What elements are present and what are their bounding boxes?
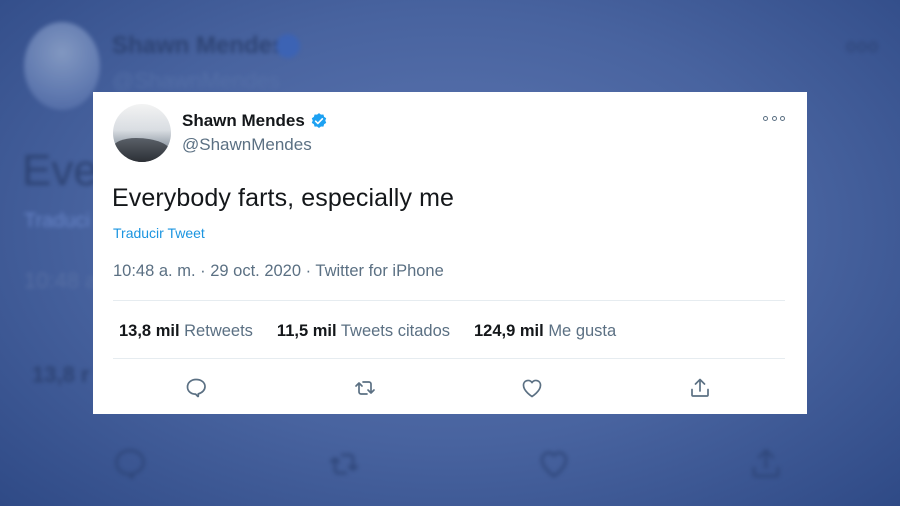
background-timestamp: 10:48 a: [24, 268, 98, 293]
author-name[interactable]: Shawn Mendes: [182, 111, 305, 131]
retweet-button[interactable]: [351, 374, 379, 402]
share-icon: [691, 378, 709, 397]
quote-tweets-label: Tweets citados: [340, 322, 450, 340]
share-button[interactable]: [686, 374, 714, 402]
tweet-text: Everybody farts, especially me: [112, 184, 455, 212]
author-row: Shawn Mendes: [182, 111, 328, 131]
background-avatar: [24, 22, 100, 110]
like-icon: [522, 379, 542, 398]
reply-button[interactable]: [182, 374, 210, 402]
background-reply-icon: [115, 449, 145, 480]
retweets-count: 13,8 mil: [119, 322, 180, 340]
background-verified-icon: [276, 34, 300, 58]
background-author-handle: @ShawnMendes: [112, 68, 280, 93]
divider: [113, 300, 785, 301]
likes-label: Me gusta: [548, 322, 617, 340]
likes-count: 124,9 mil: [474, 322, 544, 340]
translate-tweet-link[interactable]: Traducir Tweet: [113, 225, 205, 241]
quote-tweets-stat[interactable]: 11,5 mil Tweets citados: [277, 322, 450, 341]
retweets-label: Retweets: [184, 322, 253, 340]
reply-icon: [186, 378, 206, 398]
retweets-stat[interactable]: 13,8 mil Retweets: [119, 322, 253, 341]
verified-badge-icon: [311, 113, 327, 128]
background-retweet-count: 13,8 r: [32, 362, 90, 387]
background-more-icon: ooo: [846, 36, 880, 56]
likes-stat[interactable]: 124,9 mil Me gusta: [474, 322, 616, 341]
background-like-icon: [540, 451, 568, 478]
engagement-stats: 13,8 mil Retweets 11,5 mil Tweets citado…: [119, 322, 640, 341]
tweet-card: Shawn Mendes @ShawnMendes Everybody fart…: [93, 92, 807, 414]
author-handle[interactable]: @ShawnMendes: [182, 135, 312, 155]
background-share-icon: [752, 448, 780, 478]
avatar[interactable]: [113, 104, 171, 162]
more-options-icon[interactable]: [763, 112, 785, 124]
tweet-timestamp[interactable]: 10:48 a. m. · 29 oct. 2020 · Twitter for…: [113, 262, 444, 281]
background-retweet-icon: [329, 453, 359, 475]
background-translate-link: Traduci: [24, 210, 90, 232]
retweet-icon: [355, 381, 375, 395]
like-button[interactable]: [518, 374, 546, 402]
divider: [113, 358, 785, 359]
background-author-name: Shawn Mendes: [112, 32, 286, 59]
quote-tweets-count: 11,5 mil: [276, 322, 337, 340]
